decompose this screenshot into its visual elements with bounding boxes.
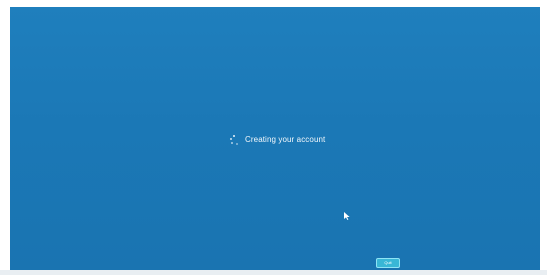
- bottom-edge: [0, 270, 547, 275]
- setup-screen: Creating your account Quit: [10, 7, 540, 270]
- spinner-dot: [230, 138, 232, 140]
- spinner-dot: [233, 135, 235, 137]
- spinner-dot: [231, 142, 233, 144]
- loading-spinner-icon: [230, 135, 239, 145]
- spinner-dot: [236, 143, 238, 145]
- photo-frame: Creating your account Quit: [0, 0, 547, 275]
- status-message: Creating your account: [245, 135, 326, 144]
- account-status: Creating your account: [230, 135, 326, 145]
- quit-button[interactable]: Quit: [376, 258, 400, 268]
- quit-button-label: Quit: [384, 260, 392, 265]
- mouse-pointer-icon: [344, 212, 350, 220]
